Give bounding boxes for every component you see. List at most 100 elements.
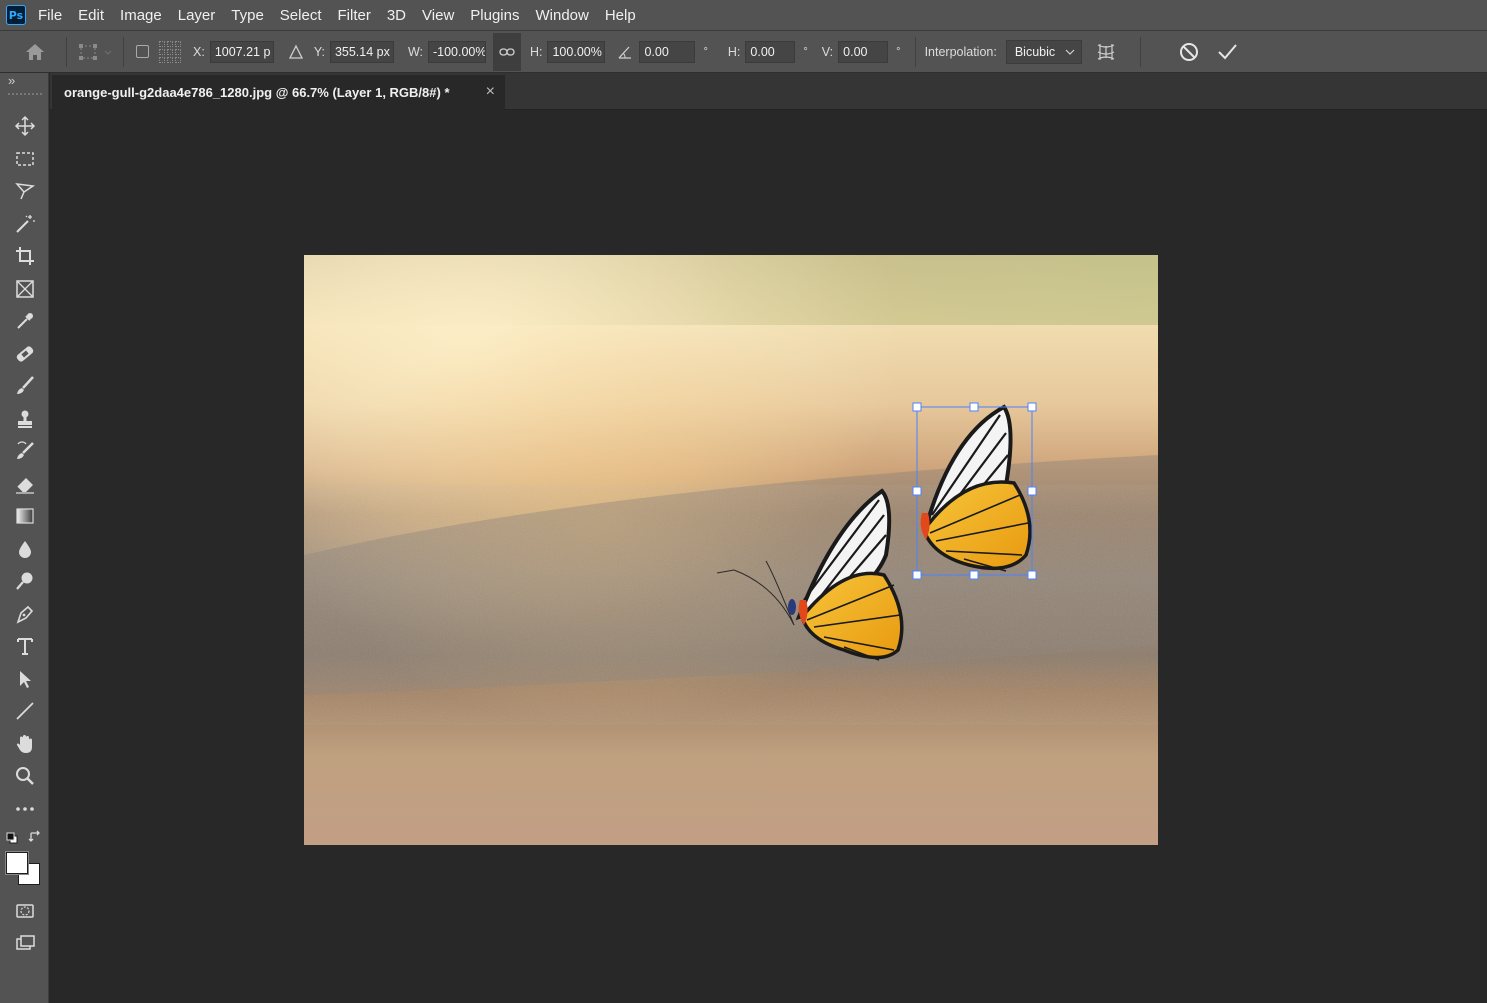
magic-wand-tool[interactable] (12, 211, 38, 237)
transform-handle-top-left[interactable] (912, 402, 922, 412)
eraser-tool[interactable] (12, 471, 38, 497)
gradient-tool[interactable] (12, 503, 38, 529)
default-colors-icon (6, 832, 18, 844)
transform-icon (79, 43, 112, 60)
y-position-field[interactable]: 355.14 px (329, 40, 394, 63)
close-tab-button[interactable]: × (486, 83, 495, 101)
history-brush-icon (17, 441, 34, 459)
menu-edit[interactable]: Edit (78, 7, 104, 24)
menu-layer[interactable]: Layer (178, 7, 216, 24)
reference-point-checkbox[interactable] (136, 45, 149, 58)
menu-select[interactable]: Select (280, 7, 322, 24)
document-tab-bar: orange-gull-g2daa4e786_1280.jpg @ 66.7% … (50, 73, 1487, 110)
quick-mask-button[interactable] (12, 898, 38, 924)
move-tool[interactable] (12, 113, 38, 139)
relative-position-icon[interactable] (288, 44, 304, 60)
transform-handle-bottom[interactable] (969, 570, 979, 580)
menu-help[interactable]: Help (605, 7, 636, 24)
clone-stamp-tool[interactable] (12, 406, 38, 432)
brush-tool[interactable] (12, 373, 38, 399)
transform-handle-top[interactable] (969, 402, 979, 412)
crop-tool[interactable] (12, 243, 38, 269)
swap-colors-button[interactable] (28, 830, 42, 844)
x-position-field[interactable]: 1007.21 p (209, 40, 274, 63)
pen-tool[interactable] (12, 601, 38, 627)
menu-filter[interactable]: Filter (338, 7, 371, 24)
foreground-color-swatch[interactable] (5, 851, 29, 875)
warp-mode-button[interactable] (1094, 40, 1118, 64)
dodge-tool[interactable] (12, 568, 38, 594)
transform-handle-right[interactable] (1027, 486, 1037, 496)
document-tab-title: orange-gull-g2daa4e786_1280.jpg @ 66.7% … (64, 85, 450, 100)
link-icon (499, 47, 515, 56)
height-field[interactable]: 100.00% (547, 40, 606, 63)
separator (914, 36, 916, 67)
rotate-angle-icon (617, 44, 633, 60)
x-label: X: (193, 44, 205, 59)
line-tool[interactable] (12, 698, 38, 724)
blur-tool[interactable] (12, 536, 38, 562)
bandage-icon (16, 346, 34, 362)
y-label: Y: (313, 44, 325, 59)
screen-mode-icon (16, 935, 35, 950)
path-selection-tool[interactable] (12, 666, 38, 692)
eraser-icon (16, 478, 34, 494)
menu-type[interactable]: Type (231, 7, 264, 24)
skew-v-unit: ° (896, 45, 901, 58)
interpolation-select[interactable]: Bicubic (1005, 39, 1082, 64)
edit-toolbar-button[interactable] (12, 796, 38, 822)
history-brush-tool[interactable] (12, 438, 38, 464)
screen-mode-button[interactable] (12, 930, 38, 956)
options-bar: X: 1007.21 p Y: 355.14 px W: -100.00% H:… (0, 30, 1487, 73)
reference-point-grid-icon[interactable] (159, 40, 181, 63)
frame-tool[interactable] (12, 276, 38, 302)
rectangular-marquee-tool[interactable] (12, 146, 38, 172)
zoom-tool[interactable] (12, 763, 38, 789)
panel-grip[interactable] (8, 93, 42, 99)
menu-window[interactable]: Window (535, 7, 588, 24)
home-icon (26, 43, 44, 60)
hand-tool[interactable] (12, 731, 38, 757)
menu-image[interactable]: Image (120, 7, 162, 24)
menu-bar: Ps File Edit Image Layer Type Select Fil… (0, 0, 1487, 30)
home-button[interactable] (22, 39, 48, 65)
transform-handle-bottom-left[interactable] (912, 570, 922, 580)
skew-horizontal-field[interactable]: 0.00 (745, 40, 796, 63)
swap-arrow-icon (28, 830, 40, 842)
healing-brush-tool[interactable] (12, 341, 38, 367)
transform-handle-top-right[interactable] (1027, 402, 1037, 412)
lasso-tool[interactable] (12, 178, 38, 204)
link-aspect-button[interactable] (492, 32, 521, 71)
width-field[interactable]: -100.00% (427, 40, 486, 63)
document-canvas-image[interactable] (304, 255, 1158, 845)
checkmark-icon (1218, 43, 1237, 59)
gradient-icon (16, 508, 34, 524)
cancel-icon (1179, 42, 1198, 61)
skew-vertical-field[interactable]: 0.00 (838, 40, 889, 63)
transform-preset-button[interactable] (75, 39, 115, 65)
menu-3d[interactable]: 3D (387, 7, 406, 24)
photoshop-logo-icon[interactable]: Ps (6, 5, 26, 25)
cancel-transform-button[interactable] (1177, 40, 1201, 64)
rotate-angle-field[interactable]: 0.00 (639, 40, 696, 63)
brush-icon (17, 376, 34, 394)
transform-handle-bottom-right[interactable] (1027, 570, 1037, 580)
menu-plugins[interactable]: Plugins (470, 7, 519, 24)
angle-unit: ° (703, 45, 708, 58)
collapse-panel-button[interactable]: » (8, 73, 15, 88)
menu-view[interactable]: View (422, 7, 454, 24)
commit-transform-button[interactable] (1215, 40, 1239, 64)
interpolation-value: Bicubic (1014, 44, 1056, 59)
type-icon (17, 638, 33, 655)
quick-mask-icon (16, 904, 34, 918)
default-colors-button[interactable] (6, 831, 18, 844)
transform-handle-left[interactable] (912, 486, 922, 496)
interpolation-label: Interpolation: (924, 44, 997, 59)
menu-file[interactable]: File (38, 7, 62, 24)
eyedropper-tool[interactable] (12, 308, 38, 334)
dodge-icon (16, 572, 33, 590)
w-label: W: (407, 44, 423, 59)
line-icon (16, 702, 34, 720)
document-tab[interactable]: orange-gull-g2daa4e786_1280.jpg @ 66.7% … (52, 75, 505, 110)
type-tool[interactable] (12, 633, 38, 659)
